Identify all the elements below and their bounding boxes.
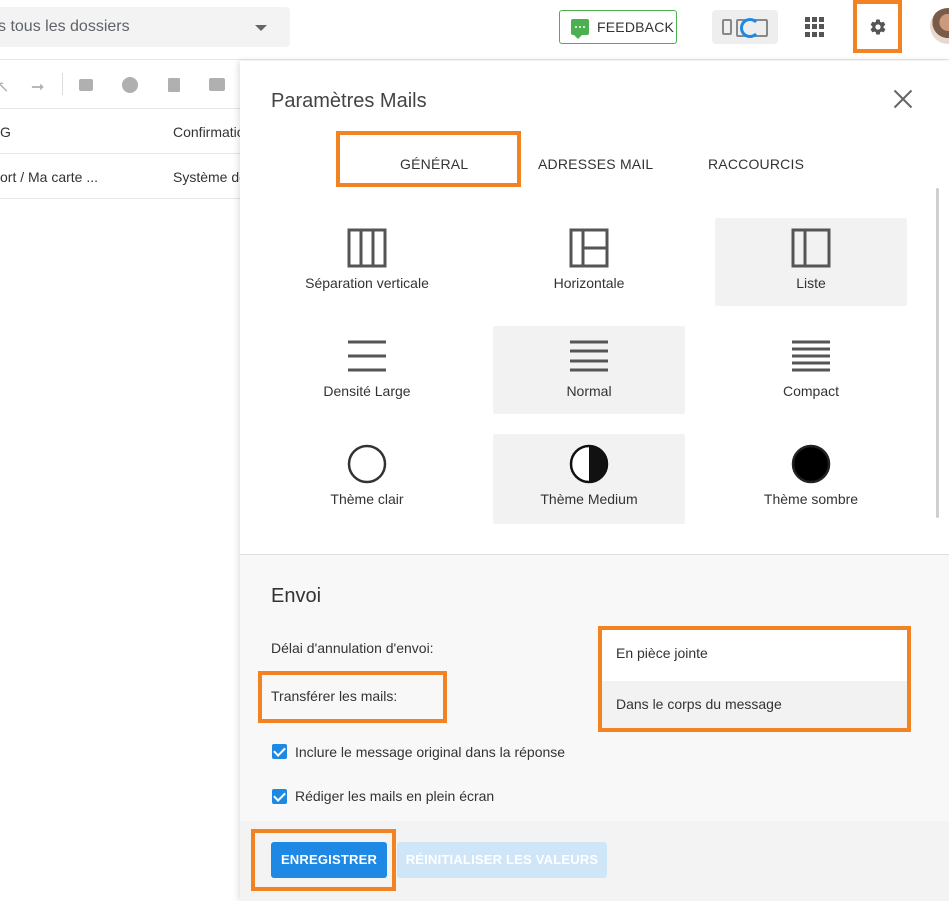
toolbar-divider xyxy=(62,73,63,95)
folder-search-input[interactable]: s tous les dossiers xyxy=(0,7,290,47)
vertical-split-icon xyxy=(347,228,387,268)
tab-general[interactable]: GÉNÉRAL xyxy=(400,156,468,172)
option-label: Thème sombre xyxy=(763,491,859,507)
option-theme-medium[interactable]: Thème Medium xyxy=(493,434,685,524)
theme-light-icon xyxy=(347,444,387,484)
option-label: Séparation verticale xyxy=(305,275,429,291)
table-row[interactable]: G Confirmatio xyxy=(0,110,240,154)
option-density-normal[interactable]: Normal xyxy=(493,326,685,414)
trash-icon[interactable] xyxy=(168,78,180,92)
option-label: Horizontale xyxy=(553,275,625,291)
mail-subject: Confirmatio xyxy=(173,124,240,140)
density-compact-icon xyxy=(792,340,830,372)
mail-subject: Système de xyxy=(173,169,240,185)
option-density-large[interactable]: Densité Large xyxy=(271,326,463,414)
section-heading-envoi: Envoi xyxy=(271,585,322,607)
close-icon[interactable] xyxy=(892,89,914,111)
reply-icon[interactable]: ↖ xyxy=(0,77,9,97)
save-button[interactable]: ENREGISTRER xyxy=(271,842,387,878)
table-row[interactable]: ort / Ma carte ... Système de xyxy=(0,155,240,199)
option-label: Normal xyxy=(566,383,612,399)
option-list[interactable]: Liste xyxy=(715,218,907,306)
feedback-icon xyxy=(571,19,589,39)
feedback-button[interactable]: FEEDBACK xyxy=(559,10,677,44)
option-vertical-split[interactable]: Séparation verticale xyxy=(271,218,463,306)
archive-icon[interactable] xyxy=(79,79,93,91)
tab-email-addresses[interactable]: ADRESSES MAIL xyxy=(538,156,653,172)
forward-mode-dropdown[interactable]: En pièce jointe Dans le corps du message xyxy=(598,626,911,732)
horizontal-split-icon xyxy=(569,228,609,268)
feedback-label: FEEDBACK xyxy=(597,19,675,35)
fullscreen-label: Rédiger les mails en plein écran xyxy=(295,788,495,804)
option-label: Thème Medium xyxy=(540,491,638,507)
theme-dark-icon xyxy=(791,444,831,484)
avatar[interactable] xyxy=(930,8,949,44)
chevron-down-icon[interactable] xyxy=(255,25,267,31)
settings-button[interactable] xyxy=(853,0,902,53)
mail-toolbar: ↖ ➞ xyxy=(0,61,240,109)
dropdown-option-attachment[interactable]: En pièce jointe xyxy=(602,630,907,677)
forward-icon[interactable]: ➞ xyxy=(31,77,44,97)
gear-icon xyxy=(870,19,886,35)
apps-grid-icon[interactable] xyxy=(805,17,825,37)
panel-footer: ENREGISTRER RÉINITIALISER LES VALEURS xyxy=(240,821,949,901)
theme-medium-icon xyxy=(569,444,609,484)
panel-title: Paramètres Mails xyxy=(271,90,427,112)
option-label: Liste xyxy=(796,275,826,291)
option-theme-light[interactable]: Thème clair xyxy=(271,434,463,524)
option-theme-dark[interactable]: Thème sombre xyxy=(715,434,907,524)
folder-search-text: s tous les dossiers xyxy=(0,18,130,35)
option-density-compact[interactable]: Compact xyxy=(715,326,907,414)
option-label: Thème clair xyxy=(330,491,404,507)
cancel-delay-label: Délai d'annulation d'envoi: xyxy=(271,640,434,656)
list-layout-icon xyxy=(791,228,831,268)
reset-button[interactable]: RÉINITIALISER LES VALEURS xyxy=(397,842,607,878)
mail-sender: G xyxy=(0,124,11,140)
option-label: Compact xyxy=(782,383,840,399)
fullscreen-checkbox[interactable] xyxy=(272,789,287,804)
mail-settings-panel: Paramètres Mails GÉNÉRAL ADRESSES MAIL R… xyxy=(240,61,949,901)
move-folder-icon[interactable] xyxy=(209,78,225,91)
option-label: Densité Large xyxy=(323,383,411,399)
phone-icon xyxy=(722,19,732,35)
spam-icon[interactable] xyxy=(122,77,138,93)
option-horizontal[interactable]: Horizontale xyxy=(493,218,685,306)
device-sync-button[interactable] xyxy=(712,10,778,44)
forward-label: Transférer les mails: xyxy=(271,688,398,704)
sync-icon xyxy=(740,18,760,38)
include-original-label: Inclure le message original dans la répo… xyxy=(295,744,566,760)
scrollbar[interactable] xyxy=(936,188,939,518)
density-large-icon xyxy=(348,340,386,372)
top-bar: s tous les dossiers FEEDBACK xyxy=(0,0,949,60)
density-normal-icon xyxy=(570,340,608,372)
tab-shortcuts[interactable]: RACCOURCIS xyxy=(708,156,804,172)
dropdown-option-inline[interactable]: Dans le corps du message xyxy=(602,681,907,728)
include-original-checkbox[interactable] xyxy=(272,744,287,759)
mail-sender: ort / Ma carte ... xyxy=(0,169,99,185)
